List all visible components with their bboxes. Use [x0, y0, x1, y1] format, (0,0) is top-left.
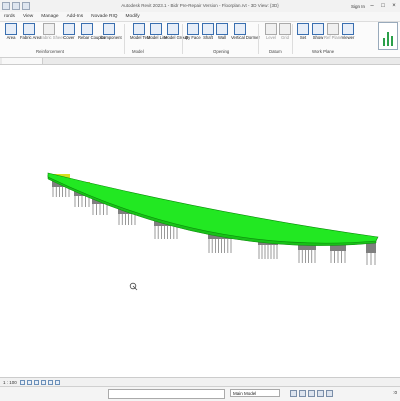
- area-tool-button[interactable]: Area: [2, 23, 20, 47]
- maximize-button[interactable]: □: [379, 2, 387, 10]
- rebar-coupler-icon: [81, 23, 93, 35]
- orbit-cursor-icon: [129, 282, 138, 291]
- tool-label: Wall: [218, 35, 226, 40]
- panel-model: Model: [132, 49, 144, 54]
- workset-dropdown[interactable]: [108, 389, 225, 399]
- cover-button[interactable]: Cover: [60, 23, 78, 47]
- viewer-icon: [342, 23, 354, 35]
- select-underlay-icon[interactable]: [308, 390, 315, 397]
- tool-label: Model Line: [147, 35, 168, 40]
- model-text-icon: [133, 23, 145, 35]
- tool-label: Rebar Coupler: [78, 35, 106, 40]
- crop-view-icon[interactable]: [47, 379, 53, 385]
- component-icon: [103, 23, 115, 35]
- model-group-button[interactable]: Model Group: [164, 23, 189, 47]
- chart-app-icon[interactable]: [378, 22, 398, 50]
- editable-only-icon[interactable]: [290, 390, 297, 397]
- ref-plane-icon: [327, 23, 339, 35]
- visual-style-icon[interactable]: [26, 379, 32, 385]
- panel-reinforcement[interactable]: Reinforcement: [36, 49, 64, 54]
- model-line-icon: [150, 23, 162, 35]
- component-button[interactable]: Component: [100, 23, 122, 47]
- tool-label: Fabric Sheet: [40, 35, 64, 40]
- tab-novade[interactable]: Novade RIQ: [87, 14, 121, 19]
- view-scale[interactable]: 1 : 100: [0, 380, 20, 385]
- tab-records[interactable]: rords: [0, 14, 19, 19]
- wall-opening-icon: [216, 23, 228, 35]
- view-tabs: [0, 58, 400, 65]
- tool-label: Vertical Dormer: [231, 35, 260, 40]
- detail-level-icon[interactable]: [19, 379, 25, 385]
- by-face-icon: [187, 23, 199, 35]
- tool-label: Area: [6, 35, 16, 40]
- close-button[interactable]: ×: [390, 2, 398, 10]
- tool-label: Viewer: [341, 35, 355, 40]
- design-option-dropdown[interactable]: Main Model: [230, 389, 280, 397]
- minimize-button[interactable]: –: [368, 2, 376, 10]
- ribbon-panel-labels: Reinforcement Model Opening Datum Work P…: [0, 49, 400, 56]
- fabric-area-button[interactable]: Fabric Area: [20, 23, 42, 47]
- tool-label: Component: [100, 35, 122, 40]
- select-pinned-icon[interactable]: [317, 390, 324, 397]
- temp-hide-icon[interactable]: [54, 379, 60, 385]
- panel-opening: Opening: [213, 49, 230, 54]
- bridge-deck: [47, 172, 379, 244]
- status-bar: Main Model :0: [0, 386, 400, 401]
- tab-modify[interactable]: Modify: [122, 14, 144, 19]
- tab-view[interactable]: View: [19, 14, 37, 19]
- vertical-dormer-icon: [234, 23, 246, 35]
- wall-opening-button[interactable]: Wall: [213, 23, 231, 47]
- fabric-sheet-button[interactable]: Fabric Sheet: [40, 23, 64, 47]
- view-control-bar: 1 : 100: [0, 377, 400, 386]
- model-text-button[interactable]: Model Text: [130, 23, 151, 47]
- cover-icon: [63, 23, 75, 35]
- rebar-coupler-button[interactable]: Rebar Coupler: [78, 23, 106, 47]
- vertical-dormer-button[interactable]: Vertical Dormer: [231, 23, 260, 47]
- fabric-sheet-icon: [43, 23, 55, 35]
- fabric-area-icon: [23, 23, 35, 35]
- 3d-viewport[interactable]: [0, 65, 400, 378]
- select-by-face-icon[interactable]: [326, 390, 333, 397]
- tab-manage[interactable]: Manage: [37, 14, 62, 19]
- tool-label: Model Text: [130, 35, 151, 40]
- sign-in-button[interactable]: Sign In: [351, 4, 365, 9]
- select-links-icon[interactable]: [299, 390, 306, 397]
- grid-icon: [279, 23, 291, 35]
- panel-work-plane: Work Plane: [312, 49, 335, 54]
- view-tab-3d[interactable]: [2, 58, 43, 64]
- tab-add-ins[interactable]: Add-Ins: [63, 14, 88, 19]
- panel-datum: Datum: [269, 49, 282, 54]
- tool-label: Model Group: [164, 35, 189, 40]
- model-group-icon: [167, 23, 179, 35]
- viewer-button[interactable]: Viewer: [339, 23, 357, 47]
- area-icon: [5, 23, 17, 35]
- shadows-icon[interactable]: [40, 379, 46, 385]
- tool-label: Fabric Area: [20, 35, 42, 40]
- sun-path-icon[interactable]: [33, 379, 39, 385]
- set-icon: [297, 23, 309, 35]
- ribbon-tabs: rords View Manage Add-Ins Novade RIQ Mod…: [0, 12, 400, 22]
- bridge-model: [47, 172, 379, 291]
- selection-filter-count[interactable]: :0: [393, 390, 397, 395]
- model-line-button[interactable]: Model Line: [147, 23, 168, 47]
- window-title: Autodesk Revit 2023.1 - Bidr Pre-Repair …: [121, 3, 279, 8]
- tool-label: Cover: [63, 35, 75, 40]
- ribbon: Area Fabric Area Fabric Sheet Cover Reba…: [0, 22, 400, 58]
- title-bar: Autodesk Revit 2023.1 - Bidr Pre-Repair …: [0, 0, 400, 12]
- show-icon: [312, 23, 324, 35]
